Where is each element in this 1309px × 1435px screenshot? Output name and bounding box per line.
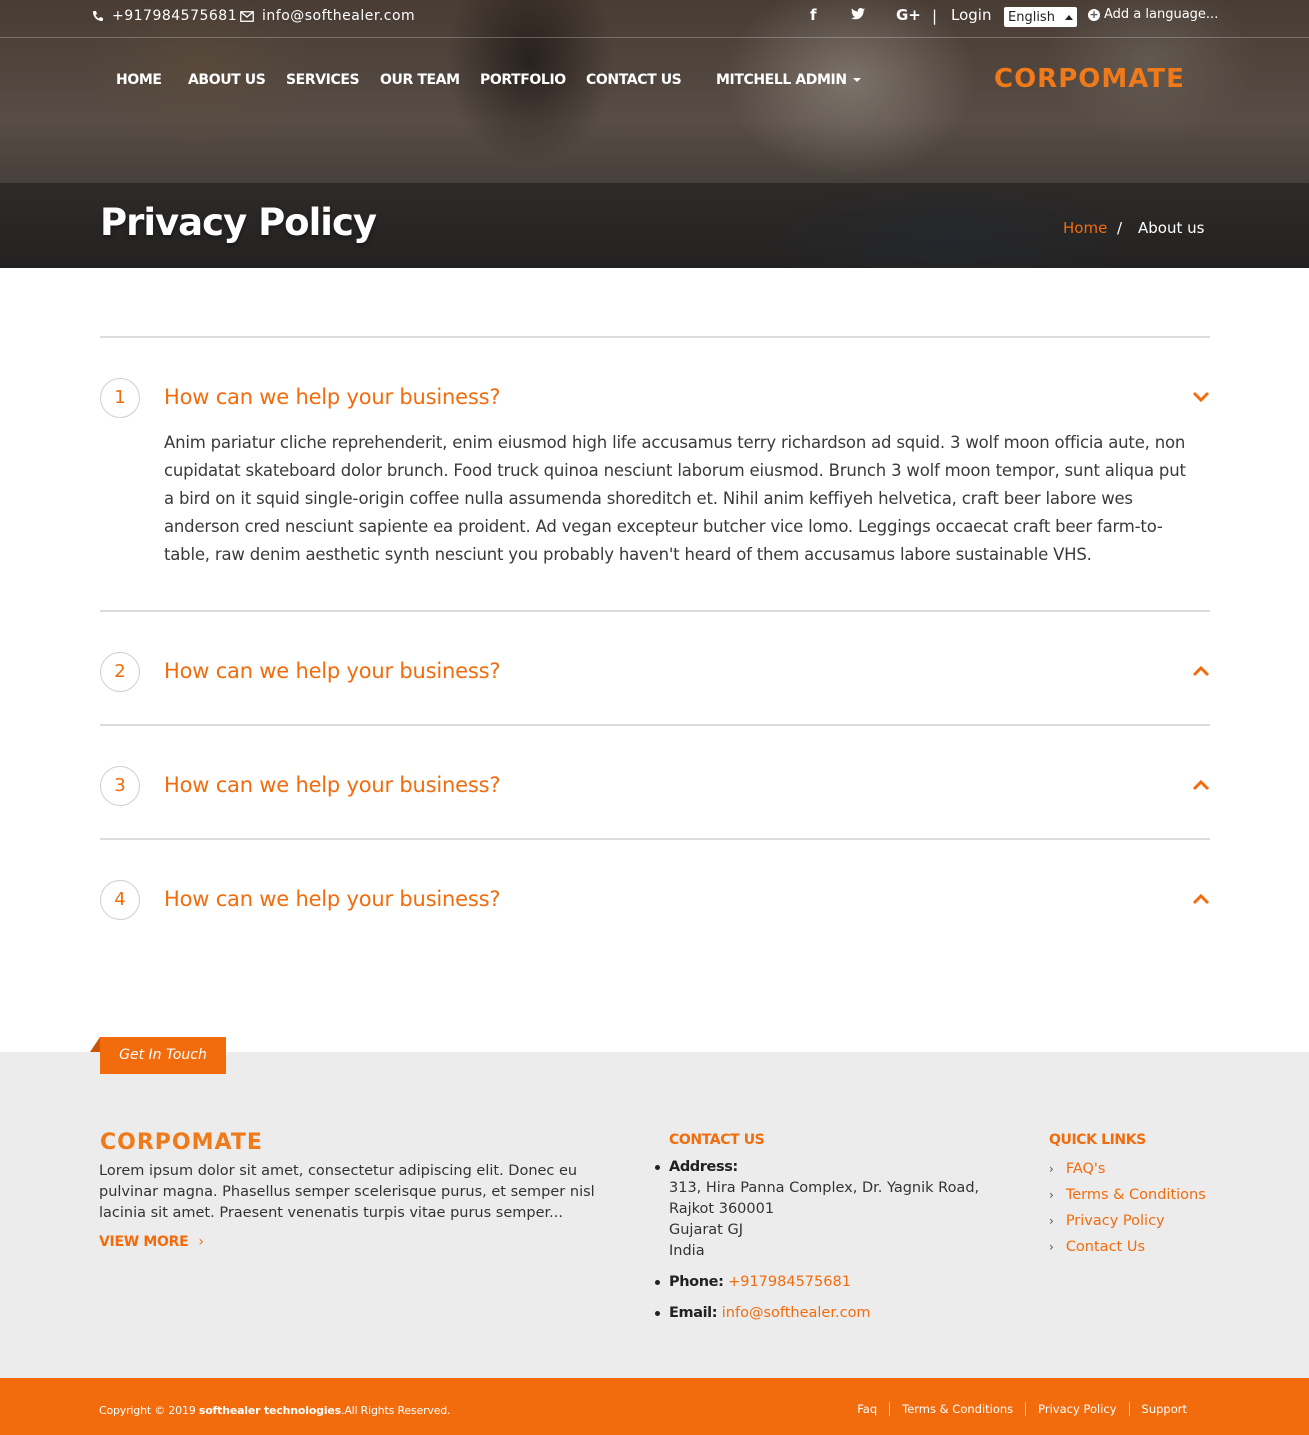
chevron-right-icon: › — [1049, 1240, 1054, 1254]
topbar-phone-text: +917984575681 — [112, 8, 238, 24]
chevron-right-icon: › — [1049, 1214, 1054, 1228]
nav-portfolio[interactable]: PORTFOLIO — [480, 72, 566, 88]
accordion-question[interactable]: How can we help your business? — [164, 773, 500, 797]
address-line: Rajkot 360001 — [669, 1201, 775, 1217]
plus-circle-icon: + — [1088, 7, 1100, 21]
nav-home[interactable]: HOME — [116, 72, 162, 88]
quick-link-privacy[interactable]: › Privacy Policy — [1049, 1208, 1206, 1234]
topbar-separator: | — [932, 7, 938, 25]
quick-link-label: Contact Us — [1065, 1239, 1146, 1255]
bottom-link-support[interactable]: Support — [1128, 1402, 1199, 1416]
view-more-label: VIEW MORE — [99, 1234, 189, 1250]
accordion-divider — [100, 724, 1210, 726]
accordion-number: 3 — [100, 766, 140, 806]
copyright-bar: Copyright © 2019 softhealer technologies… — [0, 1378, 1309, 1435]
twitter-icon[interactable] — [851, 6, 865, 24]
login-link[interactable]: Login — [951, 6, 991, 24]
topbar-email-text: info@softhealer.com — [262, 8, 416, 24]
email-link[interactable]: info@softhealer.com — [722, 1305, 871, 1321]
nav-contact-us[interactable]: CONTACT US — [586, 72, 682, 88]
quick-link-terms[interactable]: › Terms & Conditions — [1049, 1182, 1206, 1208]
bottom-link-privacy[interactable]: Privacy Policy — [1025, 1402, 1128, 1416]
breadcrumb-current: About us — [1138, 219, 1205, 237]
breadcrumb-home[interactable]: Home — [1063, 219, 1107, 237]
bottom-links: Faq Terms & Conditions Privacy Policy Su… — [845, 1402, 1199, 1416]
contact-list: Address: 313, Hira Panna Complex, Dr. Ya… — [655, 1157, 985, 1334]
caret-down-icon — [852, 78, 861, 82]
copyright-text: Copyright © 2019 softhealer technologies… — [99, 1404, 451, 1417]
google-plus-icon[interactable]: G+ — [896, 6, 921, 24]
copyright-company: softhealer technologies — [198, 1404, 342, 1417]
phone-label: Phone: — [669, 1274, 724, 1290]
bottom-link-terms[interactable]: Terms & Conditions — [889, 1402, 1025, 1416]
chevron-up-icon[interactable] — [1192, 662, 1210, 680]
quick-link-label: FAQ's — [1065, 1161, 1106, 1177]
address-label: Address: — [669, 1159, 738, 1175]
chevron-right-icon: › — [1049, 1162, 1054, 1176]
footer-logo: CORPOMATE — [100, 1130, 263, 1155]
footer-about-text: Lorem ipsum dolor sit amet, consectetur … — [99, 1163, 595, 1221]
quick-link-contact[interactable]: › Contact Us — [1049, 1234, 1206, 1260]
get-in-touch-tab[interactable]: Get In Touch — [100, 1037, 226, 1074]
accordion-number: 1 — [100, 378, 140, 418]
chevron-up-icon[interactable] — [1192, 776, 1210, 794]
chevron-right-icon: › — [1049, 1188, 1054, 1202]
chevron-down-icon[interactable] — [1192, 388, 1210, 406]
copyright-prefix: Copyright © 2019 — [99, 1404, 196, 1417]
chevron-right-icon: › — [198, 1234, 204, 1250]
add-language-label: Add a language... — [1104, 7, 1219, 22]
accordion-question[interactable]: How can we help your business? — [164, 887, 500, 911]
bottom-link-faq[interactable]: Faq — [845, 1402, 889, 1416]
contact-address: Address: 313, Hira Panna Complex, Dr. Ya… — [655, 1157, 985, 1262]
address-line: 313, Hira Panna Complex, Dr. Yagnik Road… — [669, 1180, 980, 1196]
topbar-phone[interactable]: +917984575681 — [92, 8, 237, 24]
accordion-question[interactable]: How can we help your business? — [164, 385, 500, 409]
breadcrumb-separator: / — [1117, 219, 1123, 237]
language-select[interactable]: English — [1004, 7, 1077, 27]
address-line: Gujarat GJ — [669, 1222, 743, 1238]
accordion-divider — [100, 838, 1210, 840]
accordion-number: 2 — [100, 652, 140, 692]
add-language-link[interactable]: + Add a language... — [1088, 7, 1218, 22]
nav-about-us[interactable]: ABOUT US — [188, 72, 266, 88]
accordion-number: 4 — [100, 880, 140, 920]
contact-phone: Phone: +917984575681 — [655, 1272, 985, 1293]
accordion-divider — [100, 610, 1210, 612]
page-title: Privacy Policy — [100, 201, 377, 244]
phone-link[interactable]: +917984575681 — [728, 1274, 851, 1290]
address-line: India — [669, 1243, 705, 1259]
quick-links-heading: QUICK LINKS — [1049, 1132, 1146, 1148]
accordion-question[interactable]: How can we help your business? — [164, 659, 500, 683]
quick-link-label: Privacy Policy — [1065, 1213, 1165, 1229]
caret-up-icon — [1065, 14, 1073, 20]
site-logo[interactable]: CORPOMATE — [994, 64, 1185, 94]
email-label: Email: — [669, 1305, 718, 1321]
topbar-email[interactable]: info@softhealer.com — [240, 8, 415, 24]
nav-services[interactable]: SERVICES — [286, 72, 360, 88]
phone-icon — [93, 11, 103, 21]
nav-user-name: MITCHELL ADMIN — [716, 72, 847, 88]
quick-link-faq[interactable]: › FAQ's — [1049, 1156, 1206, 1182]
tab-fold — [90, 1037, 100, 1052]
facebook-icon[interactable]: f — [810, 6, 817, 24]
top-bar: +917984575681 info@softhealer.com f G+ |… — [0, 0, 1309, 38]
copyright-suffix: .All Rights Reserved. — [341, 1404, 451, 1417]
quick-links-list: › FAQ's › Terms & Conditions › Privacy Poli… — [1049, 1156, 1206, 1260]
nav-user-menu[interactable]: MITCHELL ADMIN — [716, 72, 861, 88]
quick-link-label: Terms & Conditions — [1065, 1187, 1206, 1203]
chevron-up-icon[interactable] — [1192, 890, 1210, 908]
contact-email: Email: info@softhealer.com — [655, 1303, 985, 1324]
accordion-divider — [100, 336, 1210, 338]
envelope-icon — [240, 10, 254, 22]
view-more-link[interactable]: VIEW MORE › — [99, 1234, 204, 1250]
accordion-answer: Anim pariatur cliche reprehenderit, enim… — [164, 433, 1186, 564]
language-select-value: English — [1008, 9, 1055, 25]
contact-heading: CONTACT US — [669, 1132, 765, 1148]
hero-banner: +917984575681 info@softhealer.com f G+ |… — [0, 0, 1309, 268]
nav-our-team[interactable]: OUR TEAM — [380, 72, 460, 88]
